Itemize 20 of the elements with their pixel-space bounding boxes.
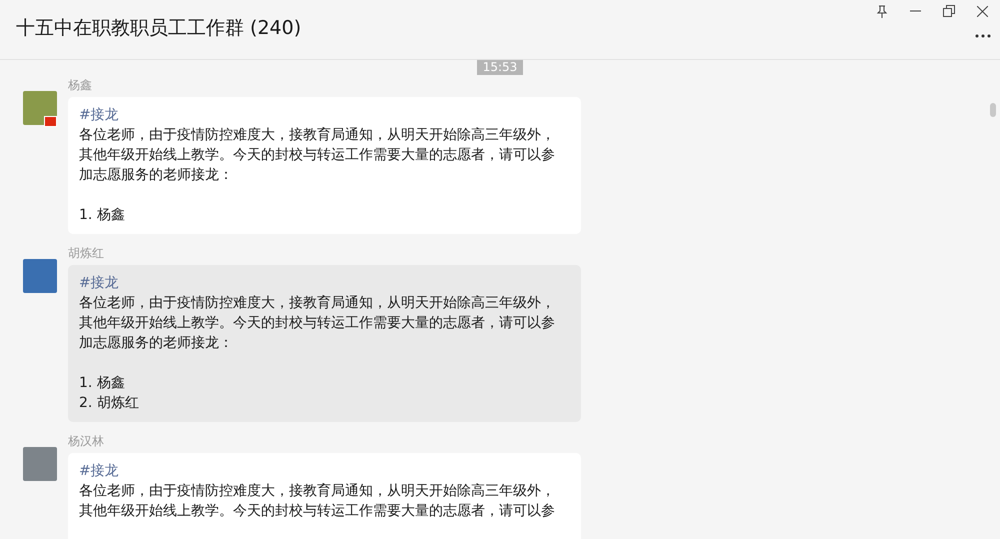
avatar-photo-placeholder[interactable]: [23, 91, 57, 125]
sender-name: 杨汉林: [68, 433, 105, 449]
list-entry: 2. 胡炼红: [79, 394, 140, 413]
minimize-icon[interactable]: [910, 10, 921, 12]
more-icon[interactable]: [975, 34, 991, 38]
message-text: 各位老师，由于疫情防控难度大，接教育局通知，从明天开始除高三年级外，其他年级开始线上教学。今天的封校与转运工作需要大量的志愿者，请可以参加志愿服务的老师接龙：: [79, 294, 556, 353]
hashtag-link[interactable]: #接龙: [79, 461, 570, 481]
close-icon[interactable]: [977, 6, 988, 16]
pin-icon[interactable]: [876, 4, 888, 18]
sender-name: 胡炼红: [68, 245, 105, 261]
message-text: 各位老师，由于疫情防控难度大，接教育局通知，从明天开始除高三年级外，其他年级开始线上教学。今天的封校与转运工作需要大量的志愿者，请可以参加志愿服务的老师接龙：: [79, 126, 556, 185]
hashtag-link[interactable]: #接龙: [79, 273, 570, 293]
list-entry: 1. 杨鑫: [79, 374, 126, 393]
hashtag-link[interactable]: #接龙: [79, 105, 570, 125]
list-entry: 1. 杨鑫: [79, 206, 126, 225]
sender-name: 杨鑫: [68, 77, 93, 93]
scrollbar-thumb[interactable]: [990, 103, 996, 117]
chat-title: 十五中在职教职员工工作群 (240): [16, 16, 302, 41]
message-text: 各位老师，由于疫情防控难度大，接教育局通知，从明天开始除高三年级外，其他年级开始线上教学。今天的封校与转运工作需要大量的志愿者，请可以参: [79, 482, 556, 521]
restore-icon[interactable]: [943, 5, 955, 17]
